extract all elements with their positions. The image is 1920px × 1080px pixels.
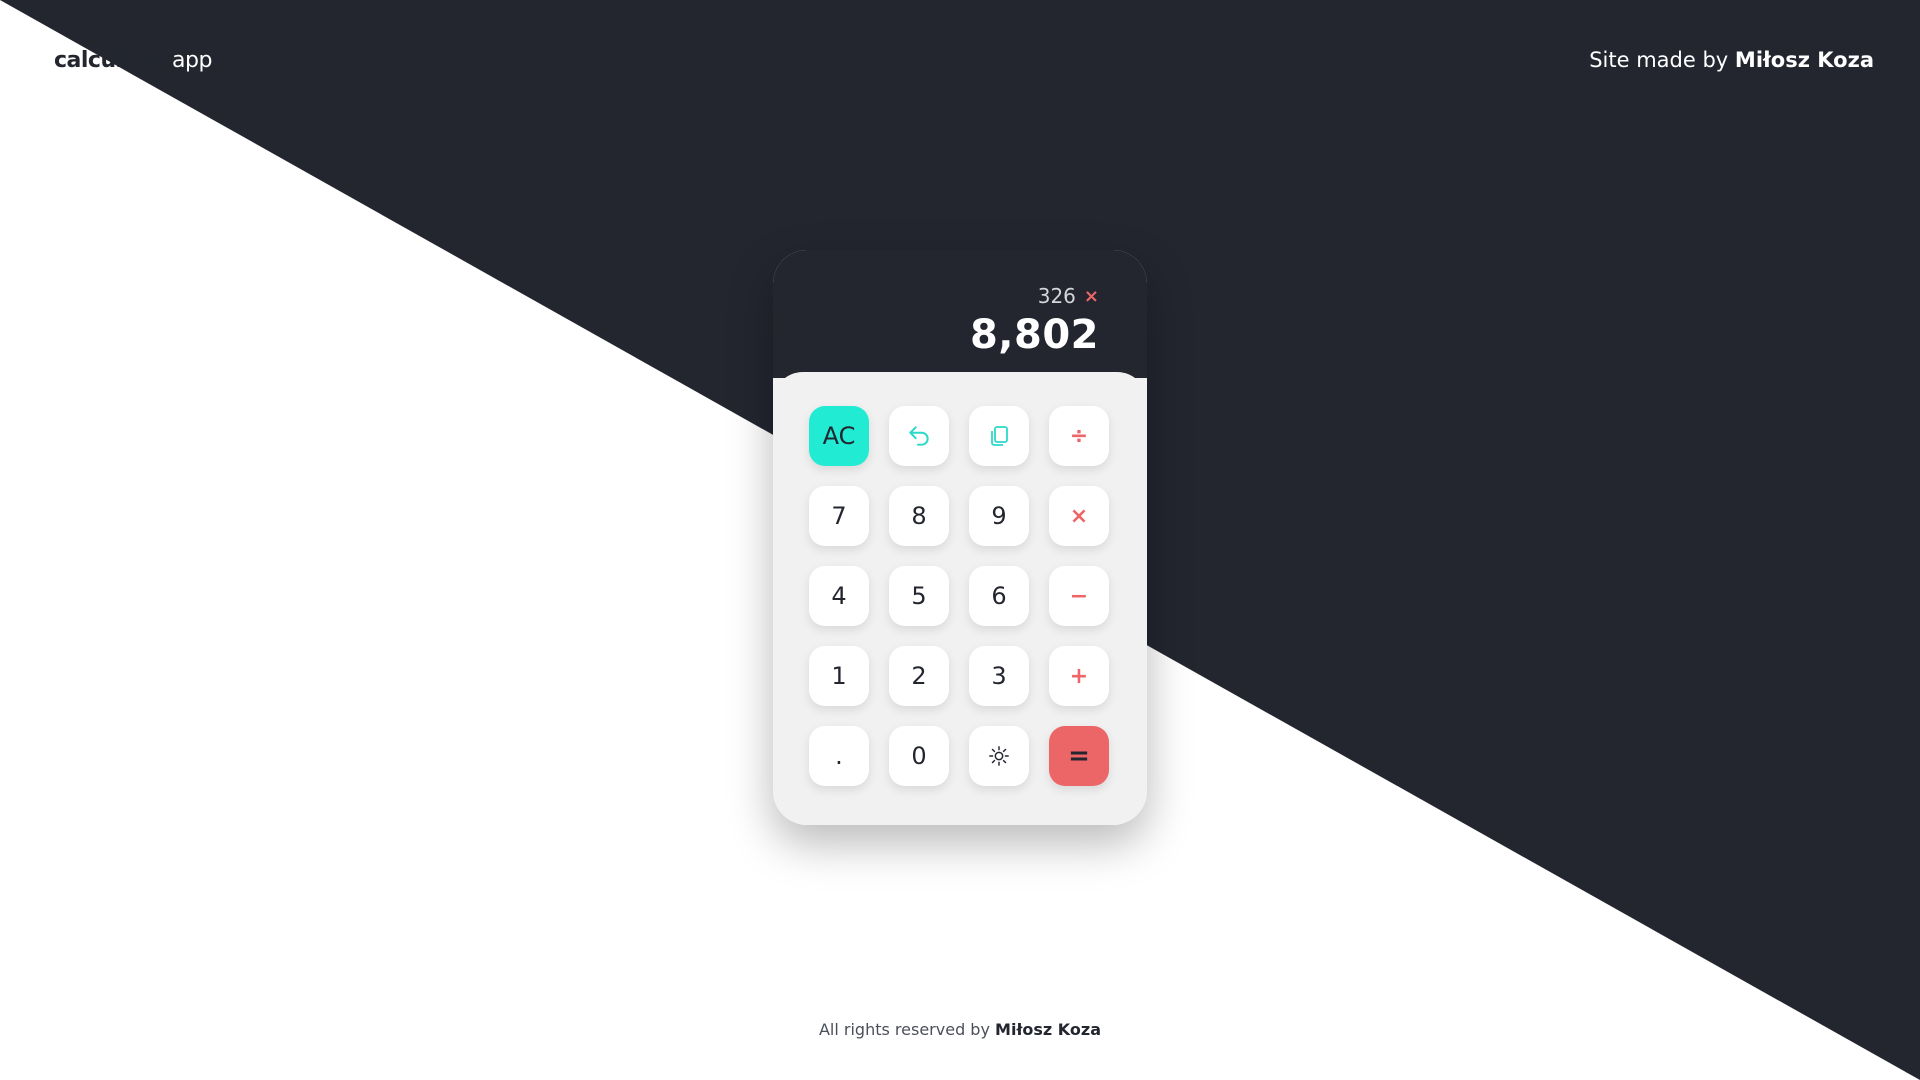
add-button[interactable]: +	[1049, 646, 1109, 706]
app-logo[interactable]: calculatorapp	[54, 48, 212, 73]
credit-author-link[interactable]: Miłosz Koza	[1735, 48, 1874, 72]
digit-4-button[interactable]: 4	[809, 566, 869, 626]
digit-7-button[interactable]: 7	[809, 486, 869, 546]
keypad-grid: AC ÷ 7 8 9 × 4 5 6 − 1 2 3 + . 0 =	[809, 406, 1109, 786]
undo-button[interactable]	[889, 406, 949, 466]
calculator: 326 × 8,802 AC ÷ 7 8 9 × 4 5 6 − 1 2 3 +…	[773, 250, 1147, 825]
logo-bold-text: calculator	[54, 48, 173, 73]
operator-indicator: ×	[1083, 285, 1099, 307]
multiply-button[interactable]: ×	[1049, 486, 1109, 546]
logo-light-text: app	[172, 48, 212, 73]
digit-1-button[interactable]: 1	[809, 646, 869, 706]
digit-2-button[interactable]: 2	[889, 646, 949, 706]
theme-toggle-button[interactable]	[969, 726, 1029, 786]
undo-icon	[906, 423, 932, 449]
calculator-display: 326 × 8,802	[773, 250, 1147, 378]
current-value: 8,802	[969, 312, 1099, 358]
decimal-button[interactable]: .	[809, 726, 869, 786]
digit-3-button[interactable]: 3	[969, 646, 1029, 706]
header-credit: Site made by Miłosz Koza	[1589, 48, 1874, 72]
footer-prefix: All rights reserved by	[818, 1020, 990, 1039]
digit-5-button[interactable]: 5	[889, 566, 949, 626]
credit-prefix: Site made by	[1589, 48, 1729, 72]
equals-button[interactable]: =	[1049, 726, 1109, 786]
digit-6-button[interactable]: 6	[969, 566, 1029, 626]
digit-9-button[interactable]: 9	[969, 486, 1029, 546]
copy-icon	[987, 424, 1011, 448]
digit-8-button[interactable]: 8	[889, 486, 949, 546]
clear-button[interactable]: AC	[809, 406, 869, 466]
previous-operation: 326 ×	[1038, 284, 1099, 308]
keypad: AC ÷ 7 8 9 × 4 5 6 − 1 2 3 + . 0 =	[773, 372, 1147, 825]
sun-icon	[988, 745, 1010, 767]
digit-0-button[interactable]: 0	[889, 726, 949, 786]
previous-value: 326	[1037, 284, 1076, 308]
footer: All rights reserved by Miłosz Koza	[0, 1020, 1920, 1039]
footer-author-link[interactable]: Miłosz Koza	[995, 1020, 1101, 1039]
subtract-button[interactable]: −	[1049, 566, 1109, 626]
divide-button[interactable]: ÷	[1049, 406, 1109, 466]
copy-button[interactable]	[969, 406, 1029, 466]
